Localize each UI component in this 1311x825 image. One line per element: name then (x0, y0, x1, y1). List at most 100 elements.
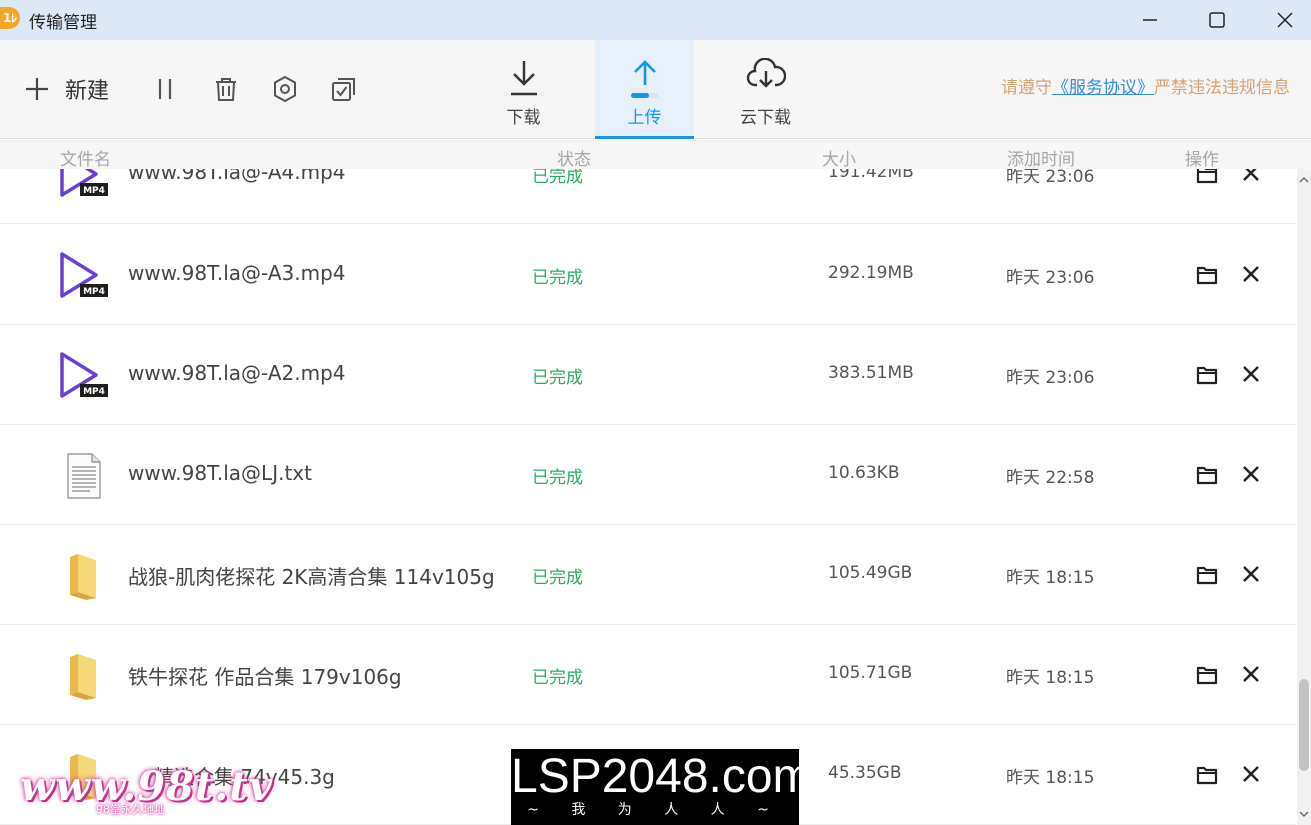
column-time: 添加时间 (1007, 150, 1075, 170)
close-button[interactable] (1254, 0, 1311, 40)
file-size: 45.35GB (828, 763, 902, 783)
minimize-icon (1143, 19, 1157, 21)
table-row[interactable]: MP4 www.98T.la@-A4.mp4 已完成 191.42MB 昨天 2… (0, 169, 1296, 224)
file-name: 战狼-肌肉佬探花 2K高清合集 114v105g (128, 565, 495, 589)
table-row[interactable]: MP4 www.98T.la@-A2.mp4 已完成 383.51MB 昨天 2… (0, 325, 1296, 425)
file-name: www.98T.la@LJ.txt (128, 461, 312, 485)
plus-icon (26, 78, 48, 100)
remove-icon[interactable] (1240, 563, 1262, 585)
active-tab-indicator (595, 136, 694, 139)
remove-icon[interactable] (1240, 263, 1262, 285)
tab-cloud-download[interactable]: 云下载 (716, 40, 815, 139)
file-size: 191.42MB (828, 169, 914, 182)
mp4-badge: MP4 (83, 186, 105, 196)
new-button-label: 新建 (65, 79, 110, 104)
status-text: 已完成 (532, 568, 583, 588)
service-agreement-link[interactable]: 《服务协议》 (1052, 78, 1154, 98)
remove-icon[interactable] (1240, 463, 1262, 485)
remove-icon[interactable] (1240, 169, 1262, 184)
maximize-button[interactable] (1187, 0, 1247, 40)
watermark-lsp2048: LSP2048.com ~ 我 为 人 人 ~ (511, 749, 813, 825)
gear-icon[interactable] (270, 74, 300, 104)
tab-cloud-download-label: 云下载 (740, 108, 791, 128)
mp4-file-icon: MP4 (60, 169, 108, 197)
transfer-list: MP4 www.98T.la@-A4.mp4 已完成 191.42MB 昨天 2… (0, 169, 1297, 825)
added-time: 昨天 23:06 (1006, 368, 1095, 388)
open-folder-icon[interactable] (1195, 463, 1219, 487)
column-header: 文件名 状态 大小 添加时间 操作 (0, 140, 1311, 170)
mp4-file-icon: MP4 (60, 352, 108, 398)
column-size: 大小 (822, 150, 856, 170)
new-button[interactable]: 新建 (22, 74, 109, 104)
watermark-98t-subtext: 98堂永久地址 (96, 803, 165, 816)
open-folder-icon[interactable] (1195, 263, 1219, 287)
tab-download[interactable]: 下载 (474, 40, 573, 139)
added-time: 昨天 23:06 (1006, 268, 1095, 288)
app-logo: 1ﾚ (0, 7, 20, 29)
status-text: 已完成 (532, 169, 583, 187)
open-folder-icon[interactable] (1195, 169, 1219, 186)
download-icon (511, 61, 537, 96)
added-time: 昨天 18:15 (1006, 568, 1095, 588)
toolbar: 新建 下载 上传 云下载 请遵守《服务协议》严禁违法违规信息 (0, 40, 1311, 139)
remove-icon[interactable] (1240, 763, 1262, 785)
open-folder-icon[interactable] (1195, 363, 1219, 387)
file-size: 10.63KB (828, 463, 900, 483)
status-text: 已完成 (532, 268, 583, 288)
open-folder-icon[interactable] (1195, 663, 1219, 687)
window-title: 传输管理 (29, 13, 97, 33)
file-size: 105.71GB (828, 663, 913, 683)
column-name: 文件名 (60, 150, 111, 170)
folder-icon (70, 554, 96, 600)
scroll-up-arrow-icon[interactable] (1299, 175, 1309, 185)
watermark-lsp2048-text: LSP2048.com (511, 750, 813, 803)
trash-icon[interactable] (211, 74, 241, 104)
file-name: www.98T.la@-A4.mp4 (128, 169, 346, 184)
text-file-icon (67, 453, 101, 499)
open-folder-icon[interactable] (1195, 763, 1219, 787)
scroll-down-arrow-icon[interactable] (1299, 809, 1309, 819)
minimize-button[interactable] (1120, 0, 1180, 40)
status-text: 已完成 (532, 468, 583, 488)
file-name: 铁牛探花 作品合集 179v106g (128, 665, 402, 689)
table-row[interactable]: 战狼-肌肉佬探花 2K高清合集 114v105g 已完成 105.49GB 昨天… (0, 525, 1296, 625)
watermark-98t: www.98t.tv 98堂永久地址 (20, 763, 272, 823)
added-time: 昨天 22:58 (1006, 468, 1095, 488)
title-bar: 1ﾚ 传输管理 (0, 0, 1311, 40)
file-name: www.98T.la@-A3.mp4 (128, 261, 346, 285)
column-action: 操作 (1185, 150, 1219, 170)
close-icon (1277, 12, 1293, 28)
table-row[interactable]: MP4 www.98T.la@-A3.mp4 已完成 292.19MB 昨天 2… (0, 225, 1296, 325)
file-name: www.98T.la@-A2.mp4 (128, 361, 346, 385)
file-size: 292.19MB (828, 263, 914, 283)
tab-upload-label: 上传 (627, 108, 662, 128)
upload-icon (631, 60, 659, 98)
mp4-badge: MP4 (83, 287, 105, 297)
added-time: 昨天 18:15 (1006, 768, 1095, 788)
file-size: 383.51MB (828, 363, 914, 383)
remove-icon[interactable] (1240, 363, 1262, 385)
column-status: 状态 (557, 150, 591, 170)
cloud-download-icon (746, 58, 786, 88)
tab-upload[interactable]: 上传 (595, 40, 694, 139)
notice-prefix: 请遵守 (1001, 78, 1052, 98)
status-text: 已完成 (532, 368, 583, 388)
service-notice: 请遵守《服务协议》严禁违法违规信息 (1001, 73, 1290, 98)
maximize-icon (1209, 12, 1225, 28)
status-text: 已完成 (532, 668, 583, 688)
check-all-icon[interactable] (329, 74, 359, 104)
mp4-badge: MP4 (83, 387, 105, 397)
folder-icon (70, 654, 96, 700)
watermark-lsp2048-subtext: ~ 我 为 人 人 ~ (527, 802, 783, 818)
remove-icon[interactable] (1240, 663, 1262, 685)
added-time: 昨天 23:06 (1006, 169, 1095, 187)
mp4-file-icon: MP4 (60, 252, 108, 298)
added-time: 昨天 18:15 (1006, 668, 1095, 688)
table-row[interactable]: www.98T.la@LJ.txt 已完成 10.63KB 昨天 22:58 (0, 425, 1296, 525)
notice-suffix: 严禁违法违规信息 (1154, 78, 1290, 98)
vertical-scrollbar[interactable] (1297, 169, 1311, 825)
scrollbar-thumb[interactable] (1299, 679, 1309, 771)
open-folder-icon[interactable] (1195, 563, 1219, 587)
pause-icon[interactable] (150, 74, 180, 104)
table-row[interactable]: 铁牛探花 作品合集 179v106g 已完成 105.71GB 昨天 18:15 (0, 625, 1296, 725)
